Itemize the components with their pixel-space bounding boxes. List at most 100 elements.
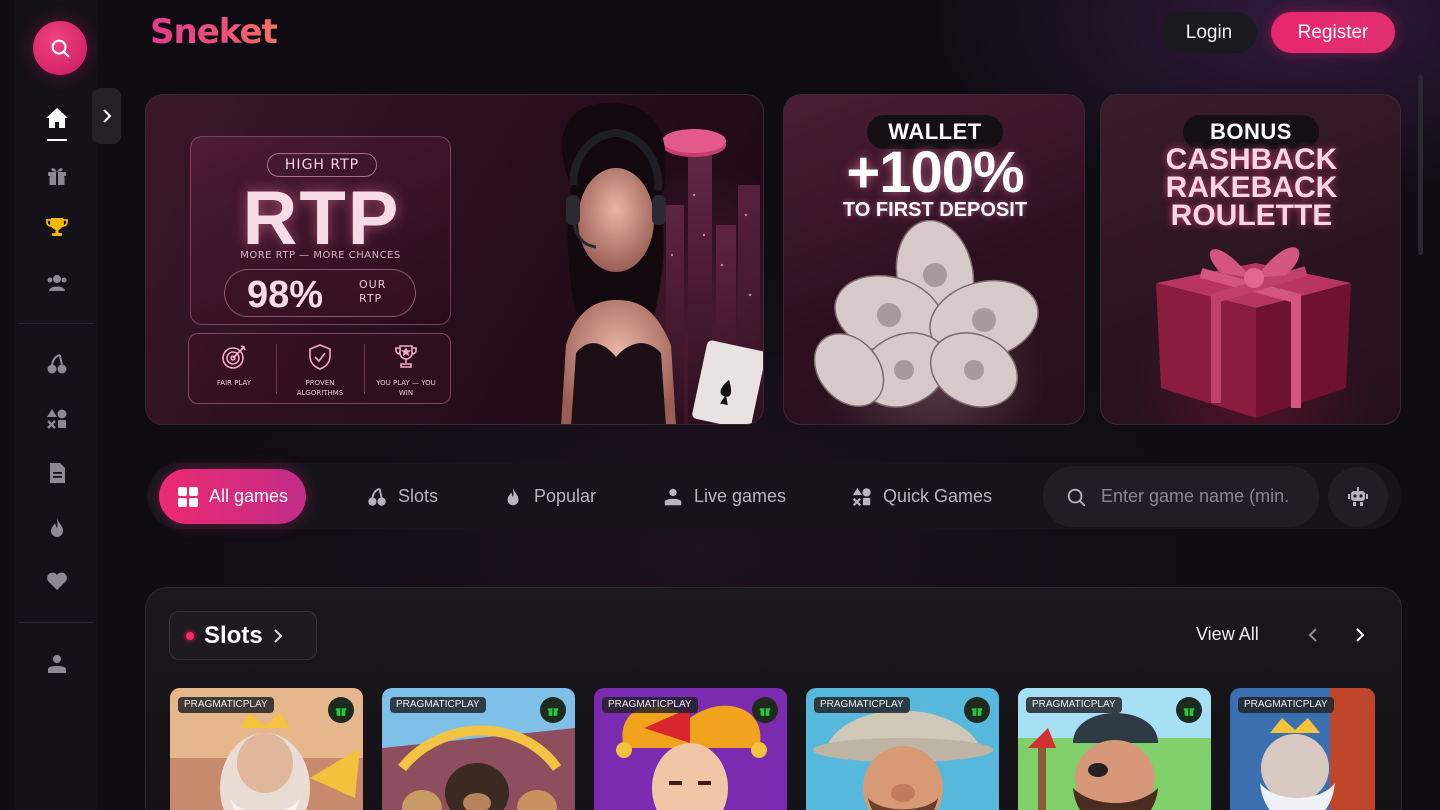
- banner-wallet[interactable]: WALLET +100% TO FIRST DEPOSIT: [783, 94, 1085, 425]
- search-icon: [51, 39, 70, 58]
- gift-badge: [1176, 697, 1202, 723]
- slots-cherry-icon: [47, 354, 67, 374]
- feature-fair-play: FAIR PLAY: [199, 342, 269, 388]
- sidebar-item-gifts[interactable]: [40, 158, 74, 192]
- tab-label: Slots: [398, 486, 439, 506]
- tab-label: Live games: [694, 486, 787, 506]
- active-indicator: [47, 139, 67, 141]
- chevron-right-icon: [102, 109, 111, 123]
- gift-icon: [971, 708, 983, 716]
- game-filter-bar: All games Slots Popular Live games Quick…: [147, 463, 1402, 529]
- money-clover-illustration: [813, 220, 1039, 408]
- wallet-headline: +100%: [846, 140, 1024, 205]
- trophy-outline-icon: [395, 345, 417, 368]
- tab-slots[interactable]: Slots: [354, 469, 450, 524]
- gift-icon: [1183, 708, 1195, 716]
- sidebar-item-slots[interactable]: [40, 347, 74, 381]
- gift-icon: [335, 708, 347, 716]
- live-dealer-icon: [664, 488, 682, 505]
- trophy-icon: [46, 218, 68, 236]
- sidebar-item-live[interactable]: [40, 647, 74, 681]
- robot-icon: [1348, 487, 1368, 506]
- login-button[interactable]: Login: [1161, 12, 1257, 53]
- slots-section: Slots View All PRAGMATICPLAY PRAGMATICPL…: [145, 587, 1402, 810]
- sidebar-divider: [18, 323, 94, 324]
- tab-label: Quick Games: [883, 486, 993, 506]
- chevron-left-icon: [1308, 628, 1317, 642]
- heart-icon: [47, 572, 67, 590]
- provider-tag: PRAGMATICPLAY: [1238, 697, 1334, 713]
- sidebar-item-community[interactable]: [40, 266, 74, 300]
- game-search-input[interactable]: [1101, 486, 1306, 507]
- wallet-subline: TO FIRST DEPOSIT: [842, 199, 1028, 221]
- tab-label: All games: [209, 486, 289, 506]
- gift-icon: [547, 708, 559, 716]
- document-icon: [50, 463, 65, 483]
- hero-woman-illustration: [561, 102, 763, 424]
- provider-tag: PRAGMATICPLAY: [814, 697, 910, 713]
- provider-tag: PRAGMATICPLAY: [602, 697, 698, 713]
- game-card[interactable]: PRAGMATICPLAY: [806, 688, 999, 810]
- quick-games-icon: [47, 409, 67, 429]
- chevron-right-icon: [273, 628, 283, 643]
- brand-logo[interactable]: Sneket: [150, 12, 278, 52]
- tab-all-games[interactable]: All games: [159, 469, 307, 524]
- sidebar-expand-button[interactable]: [92, 88, 121, 144]
- sidebar-item-documents[interactable]: [40, 456, 74, 490]
- game-card[interactable]: PRAGMATICPLAY: [1230, 688, 1375, 810]
- carousel-prev-button[interactable]: [1302, 624, 1324, 646]
- flame-icon: [507, 487, 519, 505]
- provider-tag: PRAGMATICPLAY: [390, 697, 486, 713]
- gift-badge: [328, 697, 354, 723]
- feature-you-win: YOU PLAY — YOU WIN: [371, 342, 441, 398]
- sidebar-item-favorites[interactable]: [40, 564, 74, 598]
- provider-tag: PRAGMATICPLAY: [178, 697, 274, 713]
- banner-bonus[interactable]: BONUS CASHBACK RAKEBACK ROULETTE: [1100, 94, 1401, 425]
- register-button[interactable]: Register: [1271, 12, 1395, 53]
- sidebar-item-popular[interactable]: [40, 511, 74, 545]
- carousel-next-button[interactable]: [1349, 624, 1371, 646]
- chevron-right-icon: [1356, 628, 1365, 642]
- game-card[interactable]: PRAGMATICPLAY: [382, 688, 575, 810]
- rtp-headline: RTP: [242, 176, 401, 261]
- sidebar-item-tournaments[interactable]: [40, 210, 74, 244]
- high-rtp-tag: HIGH RTP: [267, 153, 377, 177]
- flame-icon: [51, 518, 63, 537]
- gift-box-illustration: [1156, 247, 1351, 418]
- slots-section-title: Slots: [204, 621, 263, 649]
- banner-rtp[interactable]: HIGH RTP RTP MORE RTP — MORE CHANCES 98%…: [145, 94, 764, 425]
- sidebar-divider: [18, 622, 94, 623]
- game-card[interactable]: PRAGMATICPLAY: [1018, 688, 1211, 810]
- tab-live-games[interactable]: Live games: [650, 469, 798, 524]
- rtp-subline: MORE RTP — MORE CHANCES: [240, 250, 401, 261]
- home-icon: [46, 108, 68, 128]
- game-card[interactable]: PRAGMATICPLAY: [170, 688, 363, 810]
- sidebar-item-home[interactable]: [40, 101, 74, 135]
- rtp-percent-pill: 98% OUR RTP: [224, 269, 416, 317]
- users-icon: [47, 275, 67, 291]
- view-all-link[interactable]: View All: [1196, 624, 1259, 645]
- tab-popular[interactable]: Popular: [490, 469, 608, 524]
- slots-section-header[interactable]: Slots: [169, 611, 317, 660]
- gift-icon: [48, 168, 66, 185]
- rtp-percent-label: OUR RTP: [359, 278, 387, 305]
- slots-cherry-icon: [368, 487, 386, 506]
- rtp-percent-value: 98%: [247, 274, 324, 316]
- gift-badge: [964, 697, 990, 723]
- gift-badge: [540, 697, 566, 723]
- grid-icon: [178, 486, 198, 507]
- scrollbar[interactable]: [1418, 75, 1423, 255]
- provider-tag: PRAGMATICPLAY: [1026, 697, 1122, 713]
- game-card[interactable]: PRAGMATICPLAY: [594, 688, 787, 810]
- target-icon: [222, 345, 246, 369]
- search-button[interactable]: [33, 21, 87, 75]
- sidebar-item-quick-games[interactable]: [40, 402, 74, 436]
- gift-icon: [759, 708, 771, 716]
- live-dealer-icon: [48, 655, 66, 673]
- tab-quick-games[interactable]: Quick Games: [839, 469, 1004, 524]
- search-icon: [1067, 488, 1086, 506]
- quick-games-icon: [852, 487, 871, 506]
- gift-badge: [752, 697, 778, 723]
- game-search: [1043, 466, 1319, 527]
- provider-filter-button[interactable]: [1328, 467, 1388, 527]
